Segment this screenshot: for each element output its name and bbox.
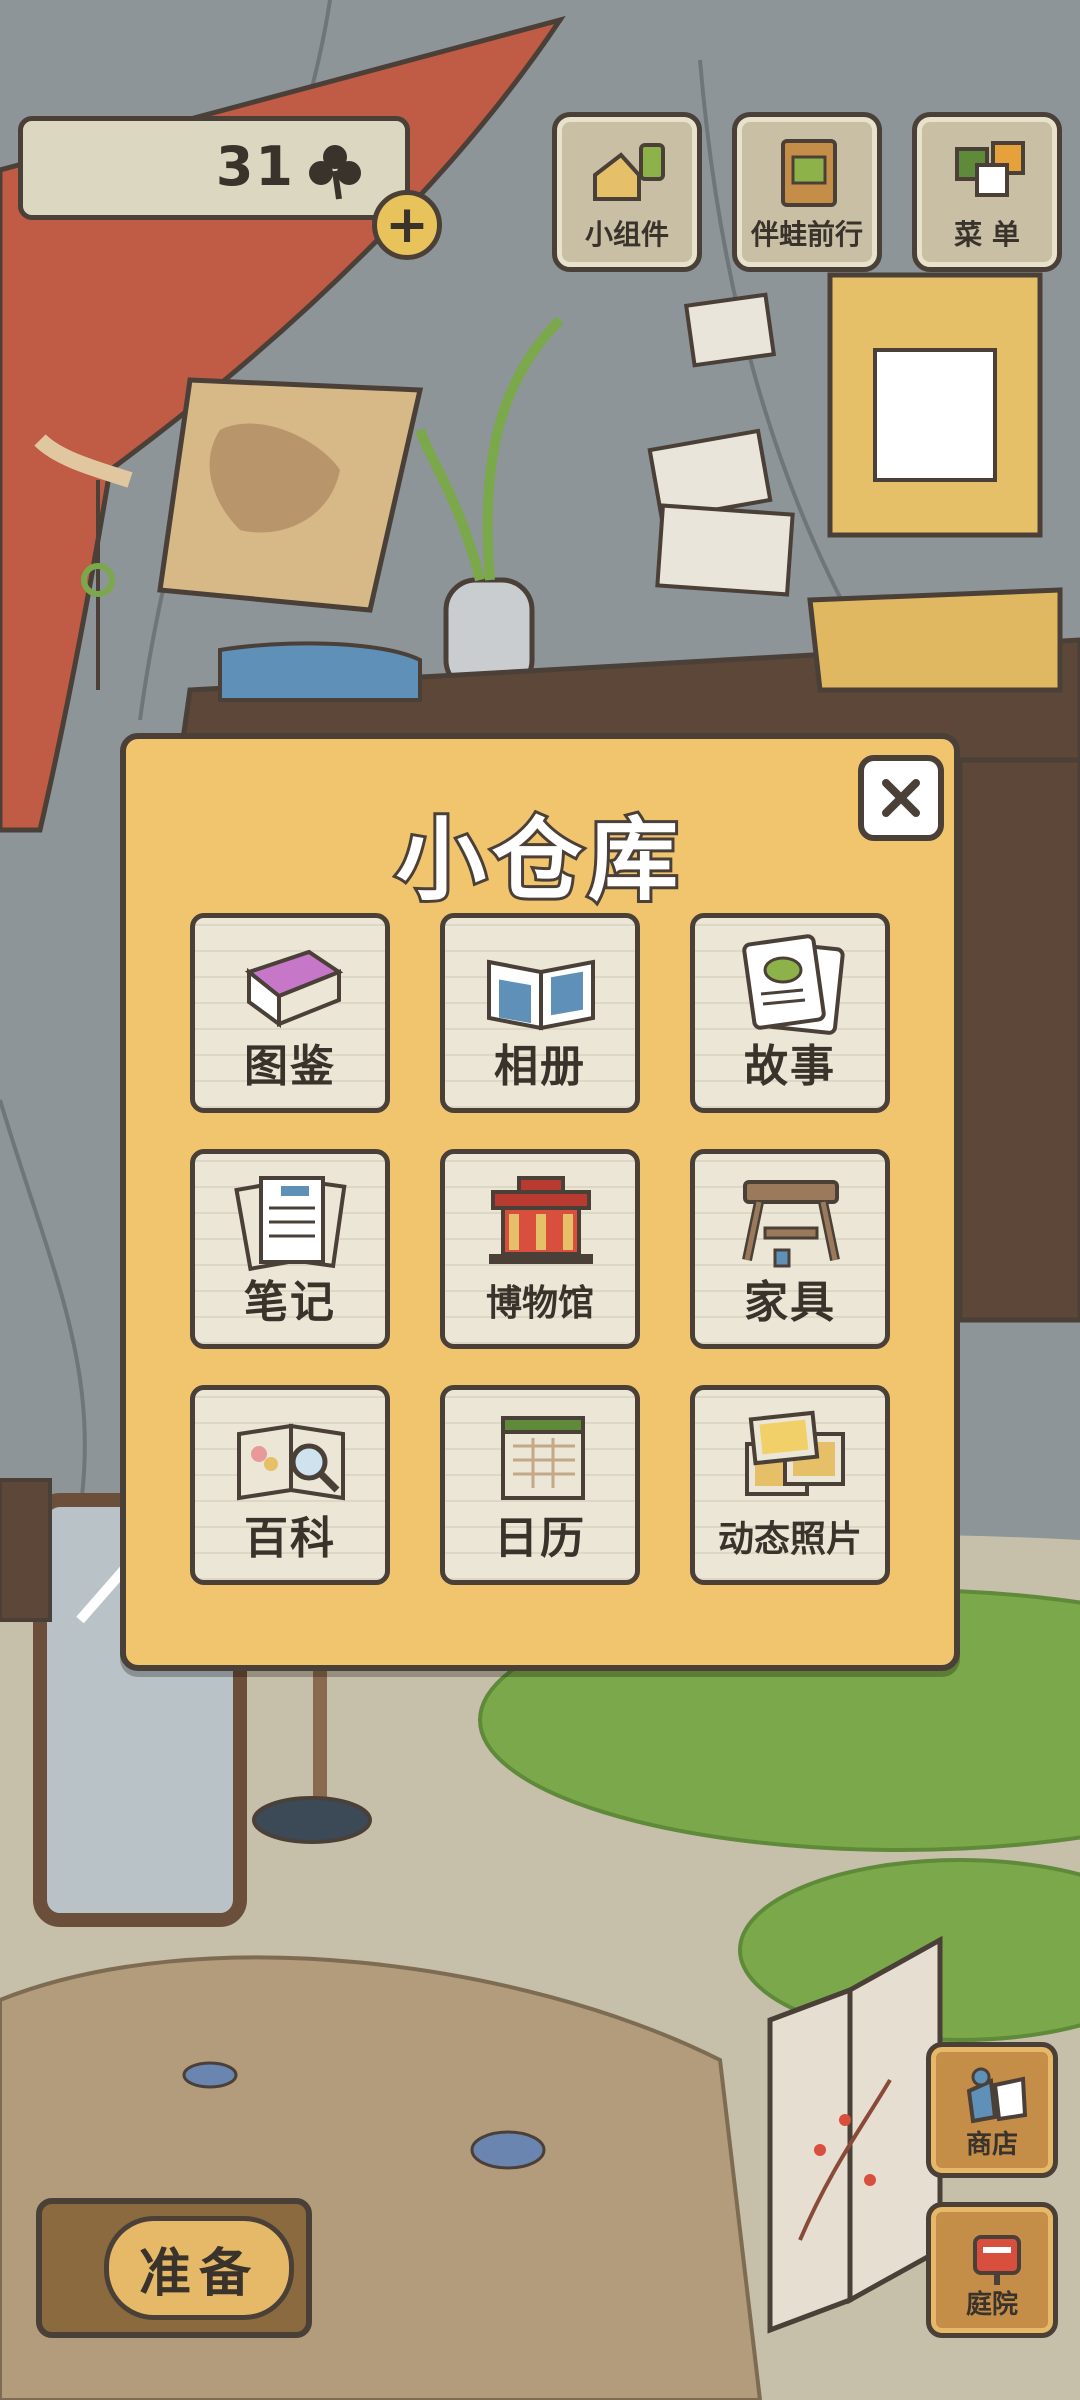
magnifier-book-icon [237, 1423, 345, 1501]
plus-icon: + [385, 195, 429, 255]
storage-item-album[interactable]: 相册 [440, 913, 640, 1113]
storage-item-motion-photos[interactable]: 动态照片 [690, 1385, 890, 1585]
photo-frames-icon [745, 1410, 845, 1496]
notes-icon [234, 1175, 347, 1272]
menu-label: 菜 单 [954, 218, 1020, 251]
close-icon [882, 779, 920, 817]
widgets-button[interactable]: 小组件 [552, 112, 702, 272]
widgets-label: 小组件 [584, 218, 669, 251]
ready-label: 准备 [104, 2216, 294, 2320]
menu-cards-icon [955, 141, 1025, 197]
shop-bag-icon [966, 2067, 1028, 2124]
storage-item-label: 家具 [744, 1277, 836, 1328]
storage-title: 小仓库 [393, 805, 684, 916]
clover-icon [309, 145, 361, 200]
storage-item-label: 图鉴 [244, 1041, 336, 1092]
album-icon [781, 139, 837, 207]
menu-button[interactable]: 菜 单 [912, 112, 1062, 272]
calendar-icon [501, 1416, 585, 1500]
shop-button[interactable]: 商店 [926, 2042, 1058, 2178]
garden-label: 庭院 [965, 2290, 1018, 2320]
shop-label: 商店 [965, 2130, 1018, 2160]
storage-panel: 小仓库 图鉴 相册 故事 笔记 博物馆 家具 百科 日历 动态照片 [120, 733, 960, 1671]
garden-button[interactable]: 庭院 [926, 2202, 1058, 2338]
photo-album-icon [487, 959, 595, 1031]
table-icon [742, 1180, 840, 1268]
ready-button[interactable]: 准备 [36, 2198, 312, 2338]
storage-item-label: 故事 [744, 1041, 836, 1092]
story-card-icon [742, 934, 845, 1035]
storage-item-label: 百科 [244, 1513, 336, 1564]
storage-item-furniture[interactable]: 家具 [690, 1149, 890, 1349]
travel-button[interactable]: 伴蛙前行 [732, 112, 882, 272]
mailbox-icon [973, 2235, 1021, 2285]
widget-icon [593, 143, 665, 201]
clover-counter: 31 [18, 116, 410, 220]
travel-label: 伴蛙前行 [750, 218, 863, 251]
storage-item-museum[interactable]: 博物馆 [440, 1149, 640, 1349]
clover-count: 31 [215, 135, 295, 198]
close-button[interactable] [858, 755, 944, 841]
storage-item-label: 日历 [494, 1513, 586, 1564]
museum-icon [489, 1176, 593, 1264]
storage-item-label: 博物馆 [485, 1283, 594, 1324]
storage-item-label: 动态照片 [717, 1519, 862, 1560]
storage-item-stories[interactable]: 故事 [690, 913, 890, 1113]
storage-item-encyclopedia-book[interactable]: 图鉴 [190, 913, 390, 1113]
book-icon [244, 949, 344, 1028]
storage-item-label: 相册 [494, 1041, 586, 1092]
storage-item-calendar[interactable]: 日历 [440, 1385, 640, 1585]
storage-item-notes[interactable]: 笔记 [190, 1149, 390, 1349]
storage-item-label: 笔记 [244, 1277, 336, 1328]
add-clover-button[interactable]: + [372, 190, 442, 260]
storage-item-wiki[interactable]: 百科 [190, 1385, 390, 1585]
